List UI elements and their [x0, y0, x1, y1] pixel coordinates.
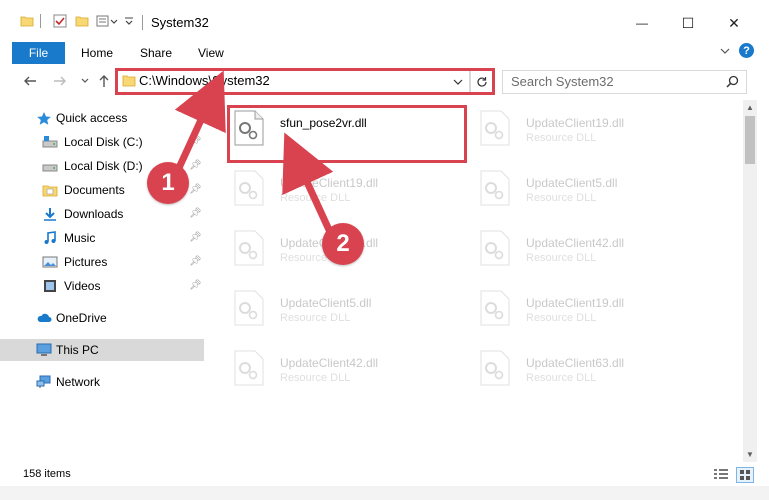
annotation-arrows	[174, 70, 334, 234]
arrow-to-file	[282, 132, 334, 234]
step-1-badge: 1	[147, 162, 189, 204]
step-2-badge: 2	[322, 223, 364, 265]
arrow-to-address	[174, 70, 226, 172]
